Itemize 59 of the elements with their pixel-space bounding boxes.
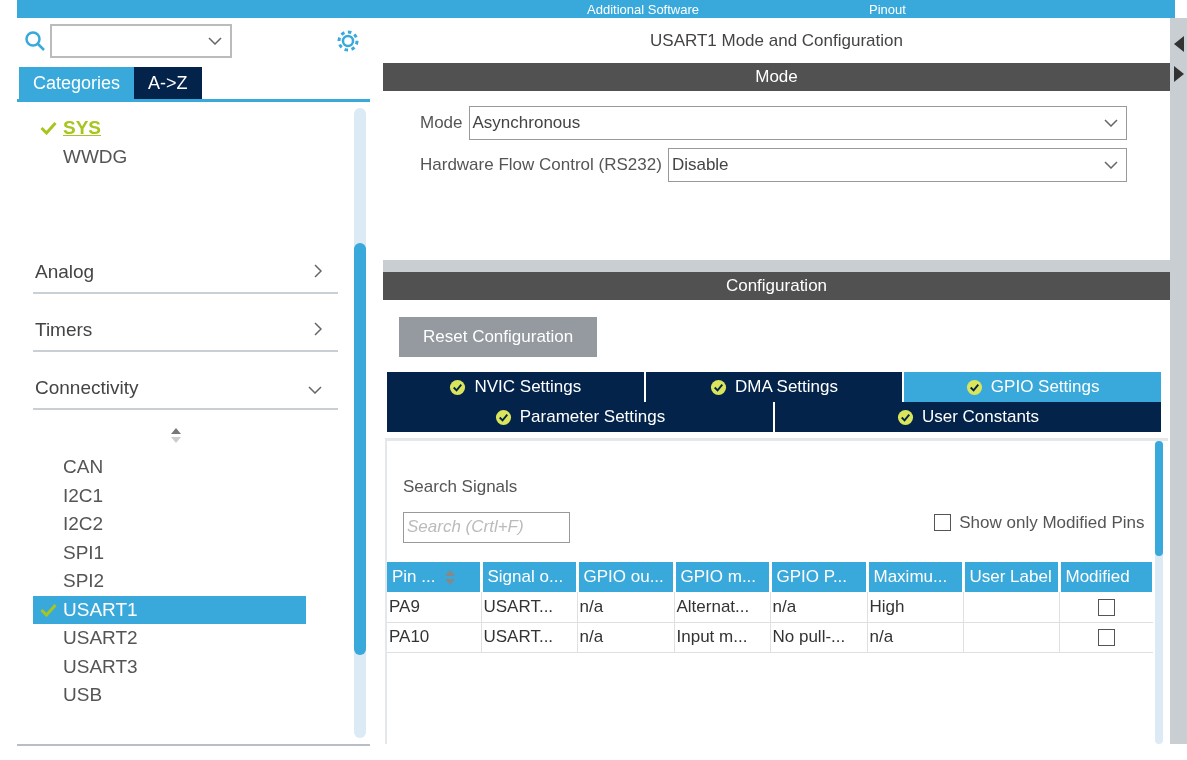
checkbox[interactable] xyxy=(1097,629,1115,647)
tab[interactable]: NVIC Settings xyxy=(387,372,644,402)
section-header: Configuration xyxy=(383,272,1170,300)
list-item[interactable]: CAN xyxy=(33,453,306,482)
list-item[interactable]: SPI1 xyxy=(33,538,306,567)
list-item[interactable]: I2C2 xyxy=(33,510,306,539)
table-cell: n/a xyxy=(577,622,674,652)
tab[interactable]: Parameter Settings xyxy=(387,402,773,432)
checkbox[interactable] xyxy=(934,513,952,531)
check-circle-icon xyxy=(896,408,914,426)
dropdown[interactable]: Asynchronous xyxy=(468,106,1127,140)
category-header[interactable]: Timers xyxy=(33,294,338,352)
arrow-right-icon[interactable] xyxy=(1173,66,1184,82)
table-cell: USART... xyxy=(481,622,577,652)
list-item[interactable]: I2C1 xyxy=(33,481,306,510)
chevron-down-icon xyxy=(208,37,222,45)
search-label: Search Signals xyxy=(402,476,519,498)
panel-title: USART1 Mode and Configuration xyxy=(649,29,904,52)
category-header[interactable]: Analog xyxy=(33,236,338,294)
table-cell: Alternat... xyxy=(674,592,770,622)
search-icon xyxy=(25,31,45,51)
table-cell: Input m... xyxy=(674,622,770,652)
chevron-down-icon xyxy=(1104,161,1118,169)
settings-icon[interactable] xyxy=(336,29,360,53)
check-circle-icon xyxy=(710,378,727,396)
check-circle-icon xyxy=(965,378,983,396)
table-cell: n/a xyxy=(577,592,674,622)
list-item[interactable]: WWDG xyxy=(33,142,306,171)
scrollbar[interactable] xyxy=(1154,441,1163,744)
checkbox[interactable] xyxy=(1097,599,1115,616)
list-item[interactable]: USART2 xyxy=(33,624,306,653)
sort-icon xyxy=(445,570,456,586)
table-cell: n/a xyxy=(867,622,963,652)
category-header[interactable]: Connectivity xyxy=(33,352,338,410)
search-field[interactable] xyxy=(50,24,232,58)
sort-icon xyxy=(170,428,181,443)
list-item[interactable]: SPI2 xyxy=(33,567,306,596)
table-cell: n/a xyxy=(770,592,867,622)
field-label: Hardware Flow Control (RS232) xyxy=(420,154,662,177)
checkbox-label: Show only Modified Pins xyxy=(959,511,1145,534)
table-cell: No pull-... xyxy=(770,622,867,652)
check-circle-icon xyxy=(449,378,467,396)
scrollbar[interactable] xyxy=(354,108,366,738)
tab[interactable]: User Constants xyxy=(775,402,1161,432)
tab[interactable]: DMA Settings xyxy=(645,372,903,402)
dropdown[interactable]: Disable xyxy=(667,148,1127,182)
table-cell: High xyxy=(867,592,963,622)
field-label: Mode xyxy=(420,112,463,135)
section-header: Mode xyxy=(383,63,1170,91)
table-cell: PA10 xyxy=(387,622,481,652)
list-item[interactable]: USART3 xyxy=(33,652,306,681)
table-cell: PA9 xyxy=(387,592,481,622)
tab[interactable]: A->Z xyxy=(134,67,202,99)
search-field[interactable]: Search (Crtl+F) xyxy=(403,511,570,543)
chevron-down-icon xyxy=(1104,119,1118,127)
check-circle-icon xyxy=(494,408,512,426)
list-item[interactable]: USB xyxy=(33,681,306,710)
arrow-left-icon[interactable] xyxy=(1173,36,1184,52)
table-cell: USART... xyxy=(481,592,577,622)
